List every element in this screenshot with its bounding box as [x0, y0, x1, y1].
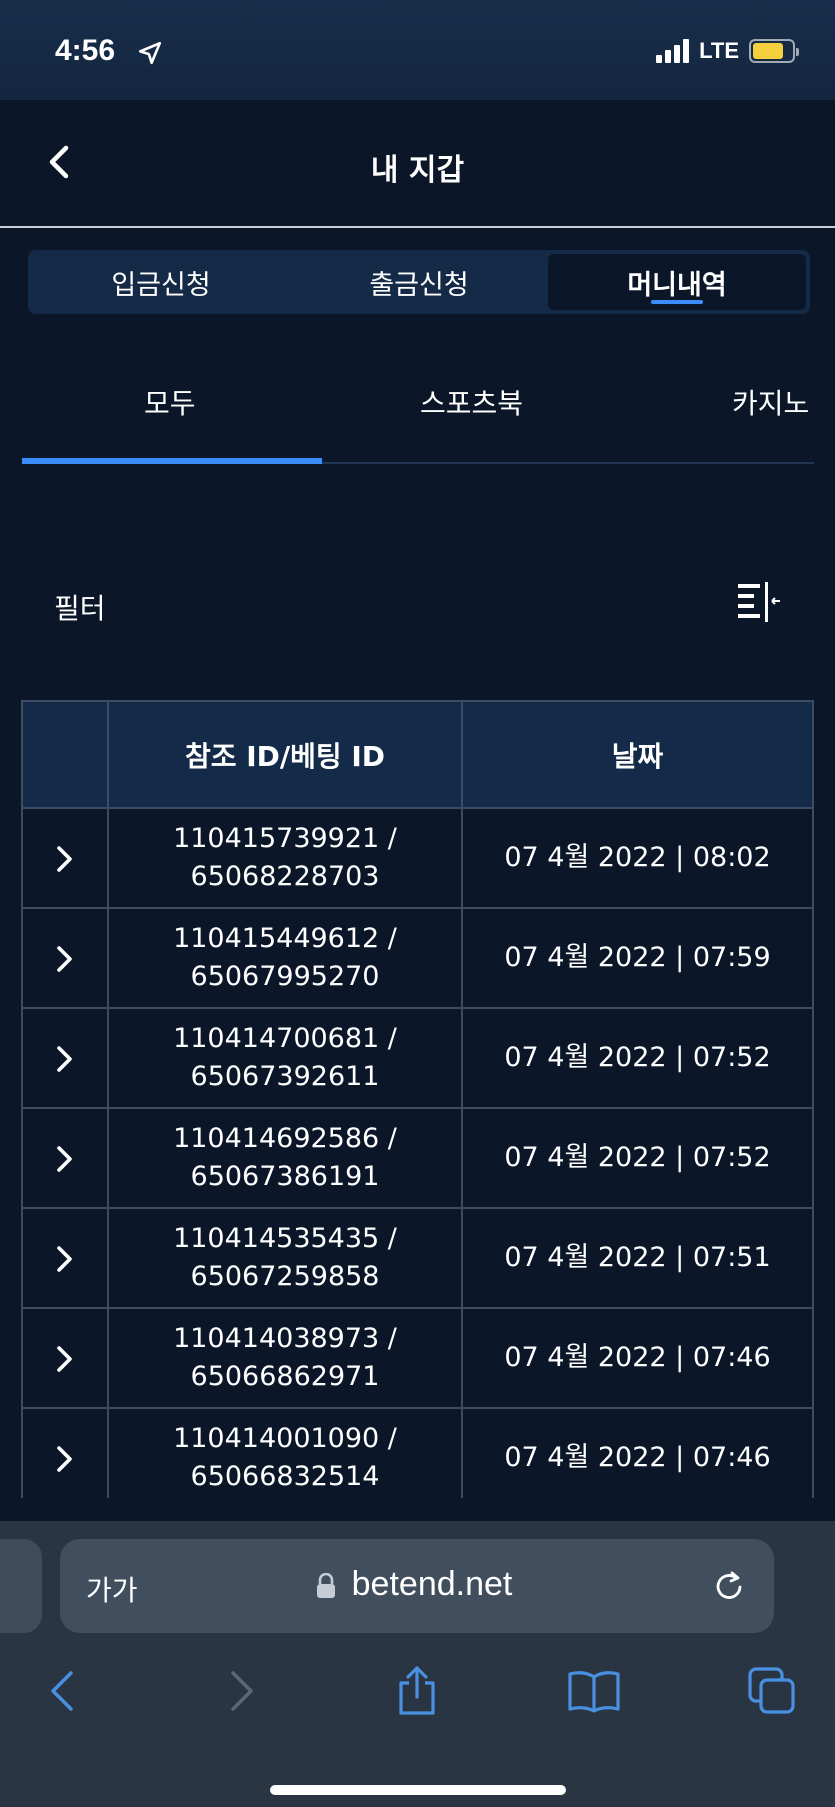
chevron-right-icon: [57, 1245, 72, 1272]
wallet-tabs: 입금신청 출금신청 머니내역: [28, 250, 810, 314]
expand-cell[interactable]: [21, 1007, 109, 1109]
page-title: 내 지갑: [370, 153, 465, 188]
chevron-right-icon: [57, 1445, 72, 1472]
status-indicators: LTE: [656, 38, 799, 64]
ref-id: 110414700681 /: [173, 1023, 397, 1054]
reload-icon[interactable]: [712, 1567, 748, 1605]
browser-forward-button[interactable]: [212, 1661, 272, 1721]
app-header: 내 지갑: [0, 100, 835, 228]
date-cell: 07 4월 2022 | 07:59: [461, 907, 814, 1009]
category-tabs: 모두 스포츠북 카지노: [22, 360, 814, 464]
ref-id-cell: 110415739921 / 65068228703: [107, 807, 463, 909]
subtab-casino[interactable]: 카지노: [732, 382, 809, 422]
tab-money-history[interactable]: 머니내역: [548, 254, 806, 310]
date-cell: 07 4월 2022 | 08:02: [461, 807, 814, 909]
chevron-right-icon: [231, 1671, 253, 1711]
location-arrow-icon: [138, 41, 162, 65]
header-expand: [21, 700, 109, 809]
ref-id: 110414001090 /: [173, 1423, 397, 1454]
home-indicator: [270, 1785, 566, 1795]
bet-id: 65066862971: [190, 1361, 380, 1392]
ref-id-cell: 110414038973 / 65066862971: [107, 1307, 463, 1409]
header-date: 날짜: [461, 700, 814, 809]
chevron-right-icon: [57, 1145, 72, 1172]
chevron-right-icon: [57, 1045, 72, 1072]
ref-id-cell: 110414535435 / 65067259858: [107, 1207, 463, 1309]
ref-id: 110414692586 /: [173, 1123, 397, 1154]
share-button[interactable]: [387, 1661, 447, 1721]
transactions-table: 참조 ID/베팅 ID 날짜 110415739921 / 65068228703…: [21, 700, 814, 1498]
previous-tab-pill[interactable]: [0, 1539, 42, 1633]
bet-id: 65068228703: [190, 861, 380, 892]
tabs-icon: [748, 1667, 795, 1714]
chevron-left-icon: [51, 1671, 73, 1711]
bet-id: 65067259858: [190, 1261, 380, 1292]
bet-id: 65067386191: [190, 1161, 380, 1192]
tabs-button[interactable]: [742, 1661, 802, 1721]
url-text[interactable]: betend.net: [60, 1565, 774, 1604]
ref-id: 110415739921 /: [173, 823, 397, 854]
tab-label: 머니내역: [627, 269, 727, 301]
tab-label: 출금신청: [369, 269, 469, 301]
tab-withdraw-request[interactable]: 출금신청: [290, 254, 548, 310]
ref-id: 110415449612 /: [173, 923, 397, 954]
share-icon: [399, 1666, 435, 1715]
header-ref-id: 참조 ID/베팅 ID: [107, 700, 463, 809]
filter-label: 필터: [54, 592, 106, 625]
date-cell: 07 4월 2022 | 07:46: [461, 1307, 814, 1409]
subtab-all[interactable]: 모두: [144, 382, 196, 422]
browser-toolbar: 가가 betend.net: [0, 1521, 835, 1807]
bet-id: 65067995270: [190, 961, 380, 992]
bet-id: 65066832514: [190, 1461, 380, 1492]
book-icon: [568, 1671, 620, 1713]
table-row[interactable]: 110414700681 / 65067392611 07 4월 2022 | 07…: [21, 1007, 814, 1109]
expand-cell[interactable]: [21, 1207, 109, 1309]
status-bar: 4:56 LTE: [0, 0, 835, 100]
bet-id: 65067392611: [190, 1061, 380, 1092]
ref-id-cell: 110414700681 / 65067392611: [107, 1007, 463, 1109]
battery-icon: [749, 39, 799, 63]
table-row[interactable]: 110415449612 / 65067995270 07 4월 2022 | 07…: [21, 907, 814, 1009]
network-label: LTE: [699, 38, 739, 63]
table-row[interactable]: 110414692586 / 65067386191 07 4월 2022 | 07…: [21, 1107, 814, 1209]
expand-cell[interactable]: [21, 807, 109, 909]
ref-id-cell: 110414692586 / 65067386191: [107, 1107, 463, 1209]
chevron-right-icon: [57, 945, 72, 972]
status-time: 4:56: [55, 34, 116, 67]
ref-id-cell: 110414001090 / 65066832514: [107, 1407, 463, 1498]
chevron-right-icon: [57, 845, 72, 872]
browser-nav: [0, 1661, 835, 1741]
table-header-row: 참조 ID/베팅 ID 날짜: [21, 700, 814, 809]
address-bar[interactable]: 가가 betend.net: [60, 1539, 774, 1633]
expand-cell[interactable]: [21, 1107, 109, 1209]
chevron-right-icon: [57, 1345, 72, 1372]
subtab-active-indicator: [22, 458, 322, 464]
tab-label: 입금신청: [111, 269, 211, 301]
expand-cell[interactable]: [21, 907, 109, 1009]
table-row[interactable]: 110414535435 / 65067259858 07 4월 2022 | 07…: [21, 1207, 814, 1309]
expand-cell[interactable]: [21, 1307, 109, 1409]
signal-icon: [656, 39, 690, 63]
date-cell: 07 4월 2022 | 07:52: [461, 1007, 814, 1109]
bookmarks-button[interactable]: [564, 1661, 624, 1721]
date-cell: 07 4월 2022 | 07:46: [461, 1407, 814, 1498]
table-row[interactable]: 110414038973 / 65066862971 07 4월 2022 | 07…: [21, 1307, 814, 1409]
table-row[interactable]: 110415739921 / 65068228703 07 4월 2022 | 08…: [21, 807, 814, 909]
active-tab-indicator: [651, 300, 703, 304]
ref-id: 110414038973 /: [173, 1323, 397, 1354]
expand-cell[interactable]: [21, 1407, 109, 1498]
ref-id: 110414535435 /: [173, 1223, 397, 1254]
date-cell: 07 4월 2022 | 07:51: [461, 1207, 814, 1309]
ref-id-cell: 110415449612 / 65067995270: [107, 907, 463, 1009]
date-cell: 07 4월 2022 | 07:52: [461, 1107, 814, 1209]
table-row[interactable]: 110414001090 / 65066832514 07 4월 2022 | 07…: [21, 1407, 814, 1498]
browser-back-button[interactable]: [32, 1661, 92, 1721]
filter-sort-icon[interactable]: [736, 580, 782, 624]
url-label: betend.net: [351, 1565, 513, 1603]
tab-deposit-request[interactable]: 입금신청: [32, 254, 290, 310]
subtab-sportsbook[interactable]: 스포츠북: [420, 382, 523, 422]
